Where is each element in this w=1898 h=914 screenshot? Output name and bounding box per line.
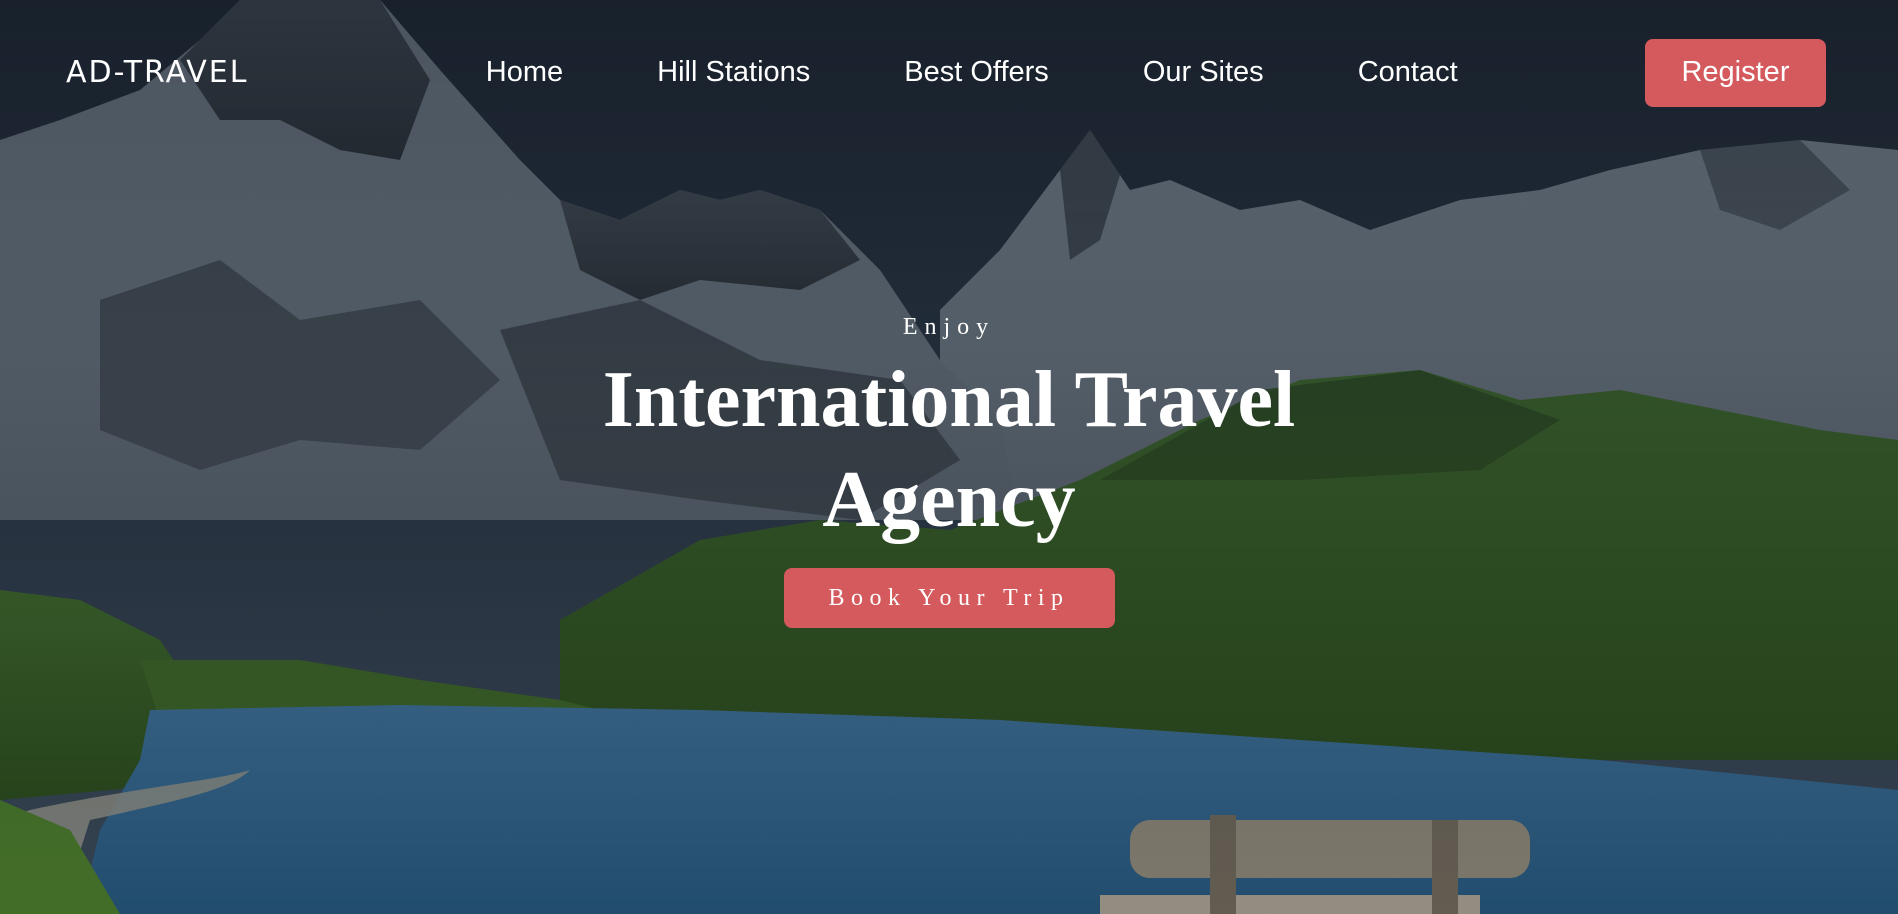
nav-link-home[interactable]: Home [486,56,563,89]
nav-link-hill-stations[interactable]: Hill Stations [657,56,810,89]
brand-logo[interactable]: AD-TRAVEL [66,55,248,90]
nav-link-contact[interactable]: Contact [1358,56,1458,89]
hero-tagline: Enjoy [902,314,996,340]
hero-headline: International Travel Agency [602,356,1296,544]
register-button[interactable]: Register [1644,38,1826,107]
nav-link-best-offers[interactable]: Best Offers [904,56,1049,89]
top-navigation: AD-TRAVEL Home Hill Stations Best Offers… [0,0,1898,145]
hero-section: AD-TRAVEL Home Hill Stations Best Offers… [0,0,1898,914]
nav-link-our-sites[interactable]: Our Sites [1143,56,1264,89]
book-trip-button[interactable]: Book Your Trip [783,568,1115,628]
hero-content: Enjoy International Travel Agency Book Y… [0,310,1898,628]
nav-links: Home Hill Stations Best Offers Our Sites… [486,56,1458,89]
